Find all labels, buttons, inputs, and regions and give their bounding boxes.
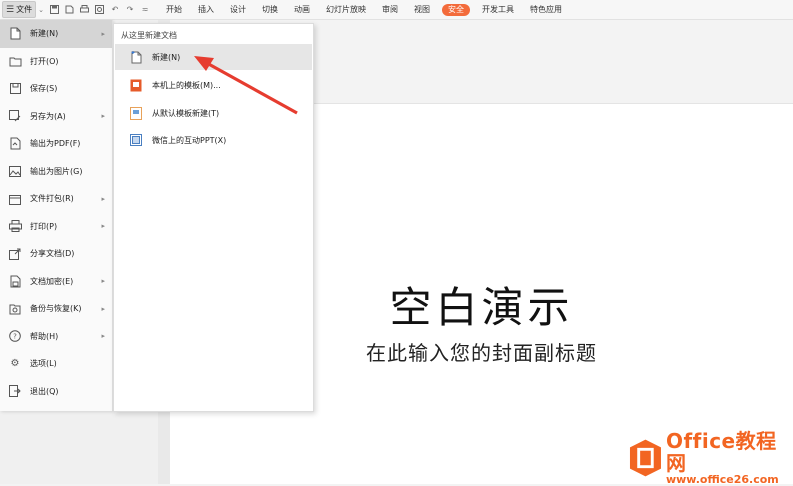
file-menu-item-new[interactable]: 新建(N) ▸ [0,20,112,48]
undo-icon[interactable]: ↶ [110,5,120,15]
file-menu-item-label: 选项(L) [30,359,57,369]
chevron-right-icon: ▸ [101,222,105,231]
tab-animation[interactable]: 动画 [286,0,318,19]
chevron-right-icon: ▸ [101,304,105,313]
export-icon[interactable] [65,5,75,15]
tab-review[interactable]: 审阅 [374,0,406,19]
file-menu-item-save[interactable]: 保存(S) [0,75,112,103]
file-menu-item-label: 打开(O) [30,56,59,66]
save-icon[interactable] [50,5,60,15]
tab-view[interactable]: 视图 [406,0,438,19]
file-menu-item-label: 文档加密(E) [30,276,74,286]
pdf-icon [8,137,22,151]
preview-icon[interactable] [95,5,105,15]
print-icon[interactable] [80,5,90,15]
file-menu-item-label: 打印(P) [30,221,58,231]
help-icon: ? [8,329,22,343]
chevron-right-icon: ▸ [101,194,105,203]
tab-insert[interactable]: 插入 [190,0,222,19]
save-as-icon [8,109,22,123]
file-menu-item-exit[interactable]: 退出(Q) [0,378,112,406]
submenu-item-label: 本机上的模板(M)... [152,80,221,90]
file-menu-item-label: 另存为(A) [30,111,66,121]
wechat-ppt-icon [130,133,142,147]
tab-features[interactable]: 特色应用 [522,0,570,19]
file-menu-item-export-pdf[interactable]: 输出为PDF(F) [0,130,112,158]
submenu-item-label: 新建(N) [152,52,181,62]
exit-icon [8,384,22,398]
file-menu-item-open[interactable]: 打开(O) [0,48,112,76]
file-menu-item-export-image[interactable]: 输出为图片(G) [0,158,112,186]
watermark: Office教程网 www.office26.com [629,428,793,485]
file-menu-item-label: 文件打包(R) [30,194,74,204]
tab-transitions[interactable]: 切换 [254,0,286,19]
backup-icon [8,302,22,316]
tab-developer[interactable]: 开发工具 [474,0,522,19]
file-menu-item-label: 新建(N) [30,29,59,39]
submenu-item-default-template[interactable]: 从默认模板新建(T) [115,100,312,126]
file-menu-item-backup[interactable]: 备份与恢复(K) ▸ [0,295,112,323]
submenu-item-local-template[interactable]: 本机上的模板(M)... [115,72,312,98]
svg-text:?: ? [13,333,17,341]
default-template-icon [130,106,142,120]
submenu-item-new[interactable]: 新建(N) [115,44,312,70]
folder-open-icon [8,54,22,68]
tab-home[interactable]: 开始 [158,0,190,19]
file-menu-item-help[interactable]: ? 帮助(H) ▸ [0,323,112,351]
watermark-title: Office教程网 [665,428,777,475]
chevron-right-icon: ▸ [101,332,105,341]
file-menu-item-label: 输出为PDF(F) [30,139,81,149]
office-logo-icon [629,439,661,476]
tab-security[interactable]: 安全 [441,3,470,16]
file-button-label: 文件 [16,5,33,14]
blank-doc-icon [130,50,142,64]
submenu-item-label: 微信上的互动PPT(X) [152,135,227,145]
file-menu-item-print[interactable]: 打印(P) ▸ [0,213,112,241]
customize-icon[interactable]: ≂ [140,5,150,15]
file-menu-item-label: 分享文档(D) [30,249,75,259]
file-menu-item-save-as[interactable]: 另存为(A) ▸ [0,103,112,131]
submenu-header: 从这里新建文档 [121,31,177,40]
file-menu-item-label: 备份与恢复(K) [30,304,82,314]
tab-slideshow[interactable]: 幻灯片放映 [318,0,374,19]
tab-design[interactable]: 设计 [222,0,254,19]
file-menu-button[interactable]: ☰ 文件 [2,1,37,18]
file-menu-item-options[interactable]: ⚙ 选项(L) [0,350,112,378]
submenu-item-wechat-ppt[interactable]: 微信上的互动PPT(X) [115,127,312,153]
package-icon [8,192,22,206]
file-menu-item-label: 保存(S) [30,84,58,94]
chevron-down-icon[interactable]: ⌄ [38,6,44,14]
redo-icon[interactable]: ↷ [125,5,135,15]
file-menu-item-label: 输出为图片(G) [30,166,83,176]
lock-doc-icon [8,274,22,288]
gear-icon: ⚙ [10,358,20,370]
file-menu-item-package[interactable]: 文件打包(R) ▸ [0,185,112,213]
submenu-item-label: 从默认模板新建(T) [152,108,220,118]
file-menu-item-label: 帮助(H) [30,331,59,341]
ribbon-tabs: 开始 插入 设计 切换 动画 幻灯片放映 审阅 视图 安全 开发工具 特色应用 [158,0,570,19]
file-menu-item-share[interactable]: 分享文档(D) [0,240,112,268]
new-submenu: 从这里新建文档 新建(N) 本机上的模板(M)... 从默认模板新建(T) 微信… [113,23,314,412]
save-icon [8,82,22,96]
chevron-right-icon: ▸ [101,112,105,121]
file-menu: 新建(N) ▸ 打开(O) 保存(S) 另存为(A) ▸ 输出为PDF(F) 输… [0,20,113,411]
title-toolbar: ☰ 文件 ⌄ ↶ ↷ ≂ 开始 插入 设计 切换 动画 幻灯片放映 审阅 视图 … [0,0,793,20]
share-icon [8,247,22,261]
quick-access-toolbar: ↶ ↷ ≂ [50,5,150,15]
file-menu-item-label: 退出(Q) [30,386,59,396]
chevron-right-icon: ▸ [101,277,105,286]
image-icon [8,164,22,178]
local-template-icon [130,78,142,92]
hamburger-icon: ☰ [6,4,15,15]
new-doc-icon [8,27,22,41]
file-menu-item-encrypt[interactable]: 文档加密(E) ▸ [0,268,112,296]
chevron-right-icon: ▸ [101,29,105,38]
print-icon [8,219,22,233]
